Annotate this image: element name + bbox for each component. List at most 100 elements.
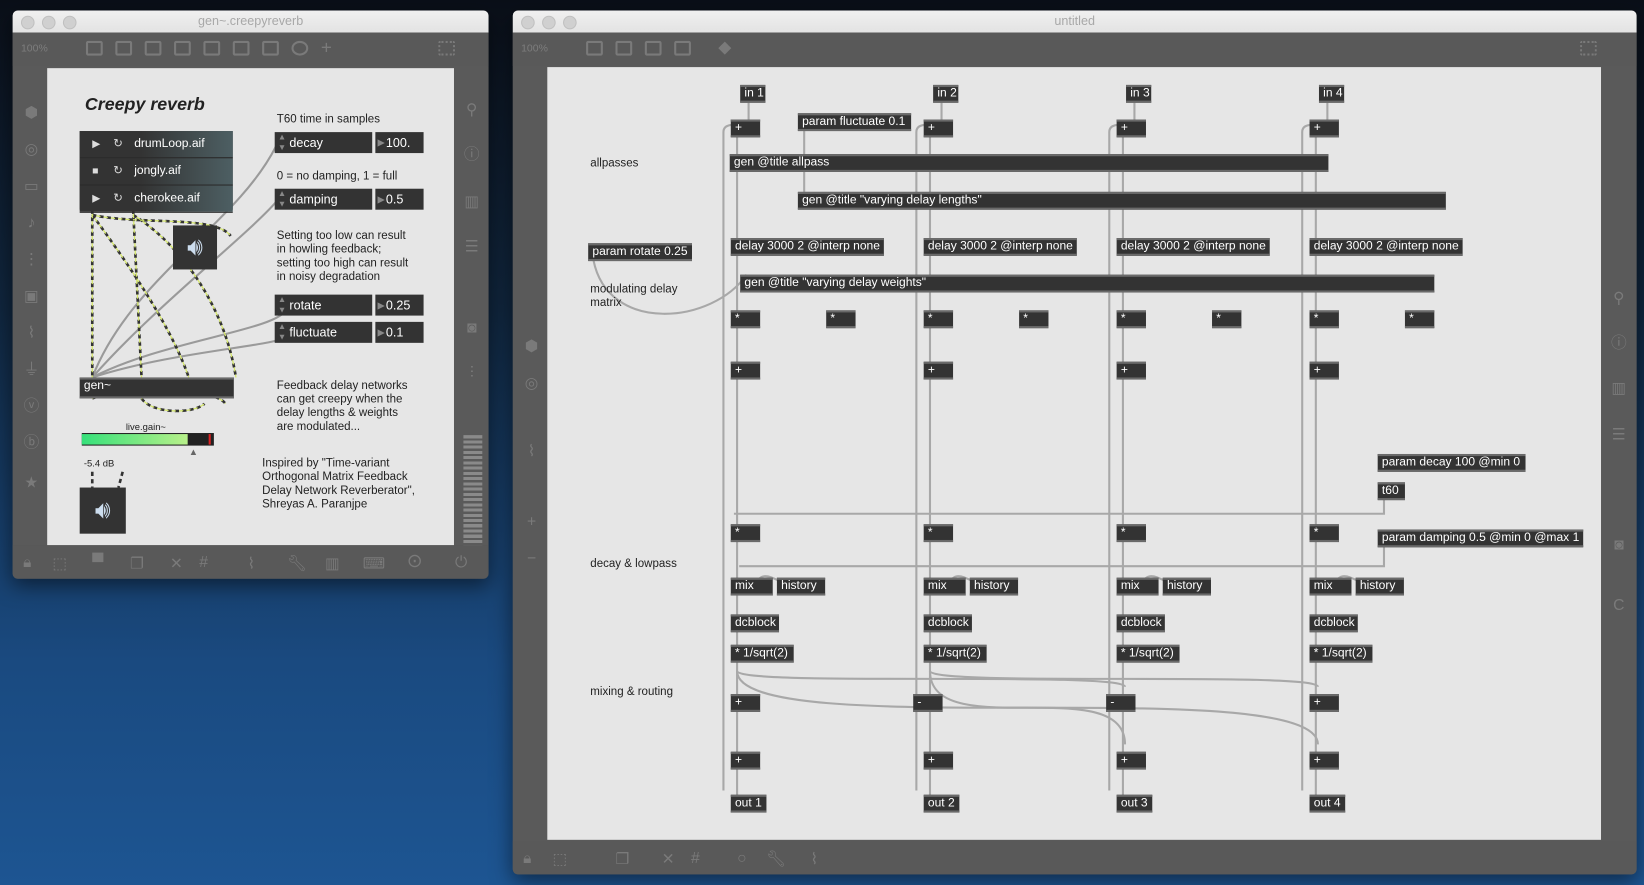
param-value[interactable]: ▶ 0.1 — [375, 321, 424, 343]
max-object-[interactable]: + — [1309, 694, 1339, 712]
max-object-[interactable]: + — [923, 751, 954, 770]
presentation-icon[interactable] — [586, 40, 603, 56]
search-icon[interactable]: ⚲ — [1610, 290, 1627, 307]
param-value[interactable]: ▶ 0.5 — [375, 188, 424, 210]
toggle-icon[interactable] — [174, 40, 191, 56]
max-object-gen-title-varying-delay-weights[interactable]: gen @title "varying delay weights" — [740, 274, 1435, 293]
list-icon[interactable]: ☰ — [463, 239, 480, 256]
max-object-[interactable]: + — [730, 694, 761, 712]
max-object-dcblock[interactable]: dcblock — [923, 614, 972, 633]
message-icon[interactable] — [115, 40, 133, 56]
max-object-[interactable]: * — [1116, 524, 1146, 543]
grid-icon[interactable]: # — [691, 849, 700, 867]
mute-icon[interactable]: ✕ — [170, 554, 183, 573]
max-object-[interactable]: + — [730, 751, 761, 770]
play-icon[interactable]: ▶ — [92, 186, 100, 212]
dac-speaker-button[interactable]: 🔊︎ — [79, 487, 126, 534]
stepper-icon[interactable]: ▲ ▼ — [278, 295, 286, 316]
cube-icon[interactable]: ⬢ — [23, 104, 40, 122]
bpatcher-icon[interactable] — [644, 40, 662, 56]
grid-icon[interactable] — [438, 40, 456, 56]
level-slider[interactable] — [463, 435, 483, 546]
max-object-mix[interactable]: mix — [730, 577, 773, 596]
circle-icon[interactable]: ○ — [737, 849, 747, 867]
param-label[interactable]: ▲ ▼ damping — [274, 188, 373, 210]
loop-icon[interactable]: ↻ — [113, 131, 123, 157]
max-object-[interactable]: * — [1019, 310, 1049, 329]
zoom-menu[interactable]: 100% — [521, 43, 548, 55]
param-value[interactable]: ▶ 0.25 — [375, 294, 424, 316]
max-object-[interactable]: + — [1309, 751, 1339, 770]
c-icon[interactable]: C — [1610, 597, 1627, 615]
max-object-in-3[interactable]: in 3 — [1126, 84, 1152, 103]
minimize-button[interactable] — [41, 15, 56, 30]
max-object-mix[interactable]: mix — [923, 577, 966, 596]
max-object-1-sqrt-2[interactable]: * 1/sqrt(2) — [1116, 644, 1180, 663]
presentation-mode-icon[interactable]: ▀ — [92, 554, 103, 572]
zoom-in-icon[interactable]: + — [523, 513, 540, 531]
mute-icon[interactable]: ✕ — [662, 849, 675, 868]
image-icon[interactable]: ▣ — [23, 288, 40, 305]
max-object-in-1[interactable]: in 1 — [740, 84, 766, 103]
title-bar[interactable]: untitled — [512, 10, 1637, 33]
max-object-in-4[interactable]: in 4 — [1318, 84, 1345, 103]
live-gain-slider[interactable] — [81, 433, 214, 446]
book-icon[interactable]: ▥ — [1610, 380, 1627, 398]
zoom-button[interactable] — [563, 15, 577, 30]
max-object-[interactable]: + — [730, 119, 761, 138]
select-icon[interactable]: ⬚ — [553, 849, 568, 868]
max-object-[interactable]: - — [1106, 694, 1136, 712]
presentation-icon[interactable] — [85, 40, 103, 56]
b-icon[interactable]: ⓑ — [23, 435, 40, 452]
minimize-button[interactable] — [542, 15, 556, 30]
max-object-delay-3000-2-interp-none[interactable]: delay 3000 2 @interp none — [1116, 238, 1270, 256]
attach-icon[interactable]: ⌇ — [810, 849, 818, 868]
info-icon[interactable]: ⓘ — [1610, 335, 1627, 353]
max-object-delay-3000-2-interp-none[interactable]: delay 3000 2 @interp none — [923, 238, 1077, 256]
paint-icon[interactable]: ◆ — [718, 37, 735, 57]
play-icon[interactable]: ▶ — [92, 131, 100, 157]
param-decay[interactable]: ▲ ▼ decay ▶ 100. — [274, 132, 424, 154]
max-object-in-2[interactable]: in 2 — [933, 84, 959, 103]
plug-icon[interactable]: ⏚ — [23, 361, 40, 379]
wrench-icon[interactable]: 🔧︎ — [287, 554, 307, 573]
target-icon[interactable]: ◎ — [523, 375, 540, 392]
max-object-[interactable]: * — [923, 524, 954, 543]
stepper-icon[interactable]: ▲ ▼ — [278, 189, 286, 210]
gen-object[interactable]: gen~ — [79, 377, 234, 399]
comment-icon[interactable] — [144, 40, 162, 56]
target-icon[interactable]: ◎ — [23, 141, 40, 159]
piano-icon[interactable]: ▥ — [325, 554, 340, 573]
playlist-item[interactable]: ▶ ↻ cherokee.aif — [79, 185, 233, 213]
param-fluctuate[interactable]: ▲ ▼ fluctuate ▶ 0.1 — [274, 321, 424, 343]
media-icon[interactable]: ⋮ — [23, 251, 40, 269]
loop-icon[interactable]: ↻ — [113, 158, 123, 184]
max-object-[interactable]: * — [730, 524, 761, 543]
stepper-icon[interactable]: ▲ ▼ — [278, 132, 286, 153]
max-object-history[interactable]: history — [969, 577, 1019, 596]
plus-icon[interactable]: + — [321, 37, 338, 58]
max-object-[interactable]: * — [1309, 524, 1339, 543]
camera-icon[interactable]: ◙ — [1610, 536, 1627, 554]
attach-icon[interactable]: ⌇ — [247, 554, 255, 573]
gain-handle[interactable]: ▲ — [189, 447, 198, 457]
window-controls[interactable] — [521, 15, 577, 30]
max-object-[interactable]: + — [1116, 751, 1146, 770]
playlist-item[interactable]: ▶ ↻ drumLoop.aif — [79, 131, 233, 159]
dial-icon[interactable] — [291, 40, 309, 56]
image-icon[interactable] — [674, 40, 691, 56]
number-icon[interactable] — [232, 40, 250, 56]
max-object-[interactable]: * — [1309, 310, 1339, 329]
max-object-gen-title-varying-delay-lengths[interactable]: gen @title "varying delay lengths" — [797, 191, 1446, 210]
max-object-param-rotate-0-25[interactable]: param rotate 0.25 — [588, 243, 692, 262]
max-object-history[interactable]: history — [776, 577, 826, 596]
playlist[interactable]: ▶ ↻ drumLoop.aif ■ ↻ jongly.aif ▶ ↻ cherokee.aif — [79, 131, 233, 213]
window-controls[interactable] — [20, 15, 77, 30]
max-object-[interactable]: + — [923, 119, 954, 138]
max-object-out-3[interactable]: out 3 — [1116, 794, 1153, 813]
power-icon[interactable]: ⏻ — [455, 554, 467, 572]
close-button[interactable] — [521, 15, 535, 30]
lock-icon[interactable]: 🔒︎ — [523, 849, 531, 867]
param-label[interactable]: ▲ ▼ rotate — [274, 294, 373, 316]
star-icon[interactable]: ★ — [23, 474, 40, 492]
